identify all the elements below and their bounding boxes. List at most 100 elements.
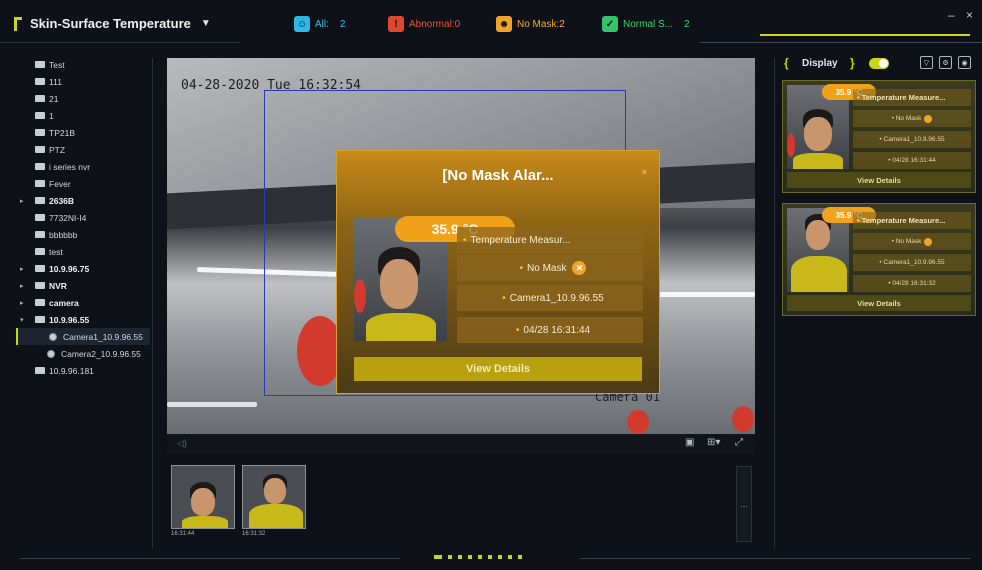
page-dot[interactable] xyxy=(488,555,492,559)
app-window: Skin-Surface Temperature ▼ ☺ All: 2 ! Ab… xyxy=(0,0,982,570)
alarm-mask-text: No Mask xyxy=(527,262,567,274)
tree-item-label: PTZ xyxy=(49,144,66,155)
capture-thumbnail[interactable] xyxy=(242,465,306,529)
stat-all[interactable]: ☺ All: 2 xyxy=(294,16,345,32)
people-icon: ☺ xyxy=(294,16,310,32)
stat-normal-value: 2 xyxy=(684,18,690,30)
capture-time: 16:31:32 xyxy=(242,531,266,537)
page-dot[interactable] xyxy=(508,555,512,559)
tree-camera-item[interactable]: Camera2_10.9.96.55 xyxy=(16,345,150,362)
card-camera-text: Camera1_10.9.96.55 xyxy=(883,259,945,266)
bracket-left-icon: { xyxy=(784,56,789,70)
alarm-card[interactable]: 35.9 °C • Temperature Measure... • No Ma… xyxy=(782,80,976,193)
card-view-details-button[interactable]: View Details xyxy=(787,172,971,188)
fullscreen-icon[interactable]: ⤢ xyxy=(735,437,743,448)
card-shirt xyxy=(793,153,843,169)
chevron-right-icon[interactable]: ▸ xyxy=(20,265,24,273)
camera-icon xyxy=(49,332,57,341)
folder-icon xyxy=(35,146,45,153)
tree-folder-item[interactable]: ▸ camera xyxy=(16,294,150,311)
thermometer-normal-icon: ✓ xyxy=(602,16,618,32)
page-dot[interactable] xyxy=(468,555,472,559)
minimize-button[interactable]: – xyxy=(948,8,955,22)
folder-icon xyxy=(35,282,45,289)
page-dot[interactable] xyxy=(434,555,442,559)
card-title: • Temperature Measure... xyxy=(853,212,971,229)
page-dot[interactable] xyxy=(518,555,522,559)
page-dot[interactable] xyxy=(458,555,462,559)
chevron-right-icon[interactable]: ▸ xyxy=(20,282,24,290)
card-title: • Temperature Measure... xyxy=(853,89,971,106)
tree-folder-item[interactable]: ▸ NVR xyxy=(16,277,150,294)
page-dot[interactable] xyxy=(448,555,452,559)
tree-folder-item[interactable]: PTZ xyxy=(16,141,150,158)
tree-folder-item[interactable]: ▸ 10.9.96.75 xyxy=(16,260,150,277)
folder-icon xyxy=(35,299,45,306)
player-toolbar: ◁) ▣ ⊞▾ ⤢ xyxy=(167,434,755,454)
app-title-dropdown[interactable]: Skin-Surface Temperature ▼ xyxy=(14,16,211,31)
stat-no-mask[interactable]: ☻ No Mask:2 xyxy=(496,16,565,32)
tree-folder-item[interactable]: bbbbbb xyxy=(16,226,150,243)
close-button[interactable]: × xyxy=(966,8,973,22)
layout-grid-icon[interactable]: ⊞▾ xyxy=(707,437,720,448)
divider xyxy=(0,42,240,43)
snapshot-face xyxy=(380,259,418,309)
view-details-button[interactable]: View Details xyxy=(354,357,642,381)
window-icon[interactable]: ▣ xyxy=(685,437,694,448)
alarm-time-text: 04/28 16:31:44 xyxy=(523,324,591,336)
tree-folder-item[interactable]: ▾ 10.9.96.55 xyxy=(16,311,150,328)
tree-folder-item[interactable]: TP21B xyxy=(16,124,150,141)
tree-folder-item[interactable]: i series nvr xyxy=(16,158,150,175)
tree-item-label: Camera1_10.9.96.55 xyxy=(63,331,143,342)
tree-folder-item[interactable]: Test xyxy=(16,56,150,73)
folder-icon xyxy=(35,112,45,119)
tree-item-label: 10.9.96.181 xyxy=(49,365,94,376)
app-title: Skin-Surface Temperature xyxy=(30,16,191,31)
tree-camera-item[interactable]: Camera1_10.9.96.55 xyxy=(16,328,150,345)
stat-all-value: 2 xyxy=(339,18,346,30)
tree-folder-item[interactable]: 1 xyxy=(16,107,150,124)
tree-folder-item[interactable]: test xyxy=(16,243,150,260)
display-label: Display xyxy=(802,58,838,69)
accent-line xyxy=(760,34,970,36)
tree-folder-item[interactable]: 111 xyxy=(16,73,150,90)
tree-folder-item[interactable]: 21 xyxy=(16,90,150,107)
close-icon[interactable]: × xyxy=(642,167,647,177)
chevron-right-icon[interactable]: ▸ xyxy=(20,197,24,205)
card-camera-row: • Camera1_10.9.96.55 xyxy=(853,131,971,148)
tree-folder-item[interactable]: ▸ 2636B xyxy=(16,192,150,209)
speaker-icon[interactable]: ◁) xyxy=(177,438,187,449)
capture-thumbnail[interactable] xyxy=(171,465,235,529)
no-mask-x-icon xyxy=(924,114,933,123)
chevron-right-icon[interactable]: ▸ xyxy=(20,299,24,307)
card-camera-row: • Camera1_10.9.96.55 xyxy=(853,254,971,271)
settings-icon[interactable]: ⚙ xyxy=(939,56,952,69)
bullet: • xyxy=(515,324,520,336)
page-dot[interactable] xyxy=(478,555,482,559)
snapshot-icon[interactable]: ◉ xyxy=(958,56,971,69)
tree-item-label: test xyxy=(49,246,63,257)
alarm-type-text: Temperature Measur... xyxy=(470,234,571,246)
page-indicator[interactable] xyxy=(434,555,522,559)
more-button[interactable]: ... xyxy=(736,466,752,542)
alarm-card[interactable]: 35.9 °C • Temperature Measure... • No Ma… xyxy=(782,203,976,316)
ceiling-light xyxy=(167,402,257,407)
filter-icon[interactable]: ▽ xyxy=(920,56,933,69)
tree-item-label: 111 xyxy=(49,76,62,87)
card-view-details-button[interactable]: View Details xyxy=(787,295,971,311)
page-dot[interactable] xyxy=(498,555,502,559)
tree-folder-item[interactable]: 10.9.96.181 xyxy=(16,362,150,379)
stat-abnormal[interactable]: ! Abnormal:0 xyxy=(388,16,460,32)
tree-folder-item[interactable]: 7732NI-I4 xyxy=(16,209,150,226)
thumb-shirt xyxy=(249,504,303,528)
folder-icon xyxy=(35,231,45,238)
display-toggle[interactable] xyxy=(869,58,889,69)
chevron-down-icon[interactable]: ▾ xyxy=(20,316,24,324)
tree-folder-item[interactable]: Fever xyxy=(16,175,150,192)
tree-item-label: TP21B xyxy=(49,127,75,138)
folder-icon xyxy=(35,180,45,187)
tree-item-label: 10.9.96.55 xyxy=(49,314,90,325)
red-lantern xyxy=(627,410,649,434)
stat-normal[interactable]: ✓ Normal S... 2 xyxy=(602,16,690,32)
no-mask-alarm-popup: [No Mask Alar... × 35.9 °C • Temperature … xyxy=(336,150,660,394)
